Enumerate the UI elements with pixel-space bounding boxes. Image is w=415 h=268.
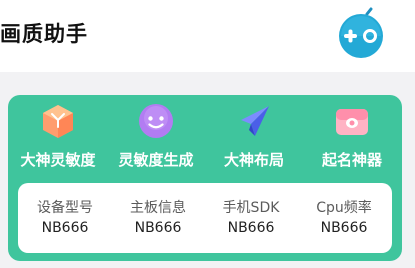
feature-name-generator[interactable]: 起名神器 xyxy=(304,103,400,177)
feature-label: 起名神器 xyxy=(321,151,382,169)
feature-expert-layout[interactable]: 大神布局 xyxy=(206,103,302,177)
info-label: 主板信息 xyxy=(130,200,186,216)
info-label: 设备型号 xyxy=(37,200,93,216)
feature-expert-sensitivity[interactable]: 大神灵敏度 xyxy=(10,103,106,177)
info-value: NB666 xyxy=(41,220,89,236)
gamepad-icon xyxy=(339,7,383,58)
feature-row: 大神灵敏度 灵敏度生成 大神布局 起名神器 xyxy=(8,103,402,177)
feature-sensitivity-generator[interactable]: 灵敏度生成 xyxy=(108,103,204,177)
info-value: NB666 xyxy=(227,220,275,236)
feature-label: 大神布局 xyxy=(223,151,284,169)
app-header: 画质助手 xyxy=(0,0,415,72)
feature-label: 大神灵敏度 xyxy=(20,151,96,169)
watermark: 11玩总统 · 11YIA.COM xyxy=(110,238,256,252)
smiley-icon xyxy=(139,104,173,138)
gift-box-icon xyxy=(336,109,368,135)
info-value: NB666 xyxy=(134,220,182,236)
device-model-cell: 设备型号 NB666 xyxy=(18,183,112,253)
cube-icon xyxy=(43,105,73,138)
info-label: Cpu频率 xyxy=(316,200,372,216)
feature-label: 灵敏度生成 xyxy=(118,151,194,169)
page-title: 画质助手 xyxy=(0,22,88,46)
paper-plane-icon xyxy=(241,106,269,136)
info-value: NB666 xyxy=(320,220,368,236)
gamepad-button[interactable] xyxy=(333,6,389,58)
info-label: 手机SDK xyxy=(222,200,280,216)
